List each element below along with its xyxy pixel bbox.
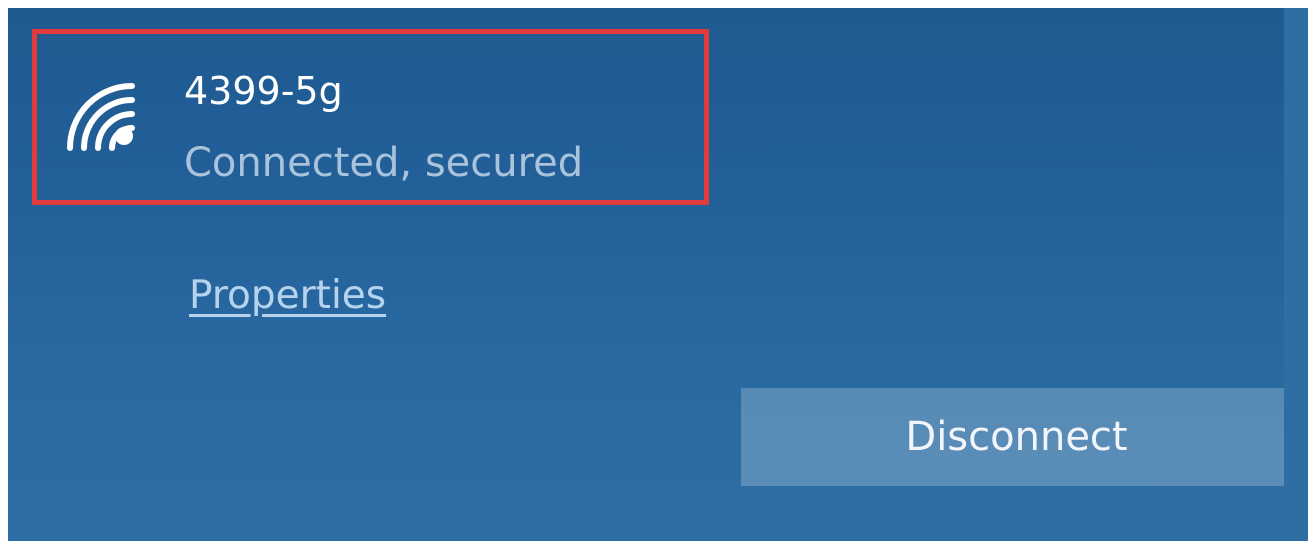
disconnect-button[interactable]: Disconnect bbox=[741, 388, 1292, 486]
panel-edge bbox=[1284, 8, 1308, 541]
properties-link[interactable]: Properties bbox=[189, 272, 386, 320]
wifi-icon bbox=[67, 83, 135, 151]
screenshot-frame: 4399-5g Connected, secured Properties Di… bbox=[0, 0, 1316, 549]
network-name: 4399-5g bbox=[184, 69, 343, 113]
network-status: Connected, secured bbox=[184, 140, 584, 186]
disconnect-label: Disconnect bbox=[905, 414, 1128, 460]
wifi-flyout-panel: 4399-5g Connected, secured Properties Di… bbox=[8, 8, 1292, 541]
